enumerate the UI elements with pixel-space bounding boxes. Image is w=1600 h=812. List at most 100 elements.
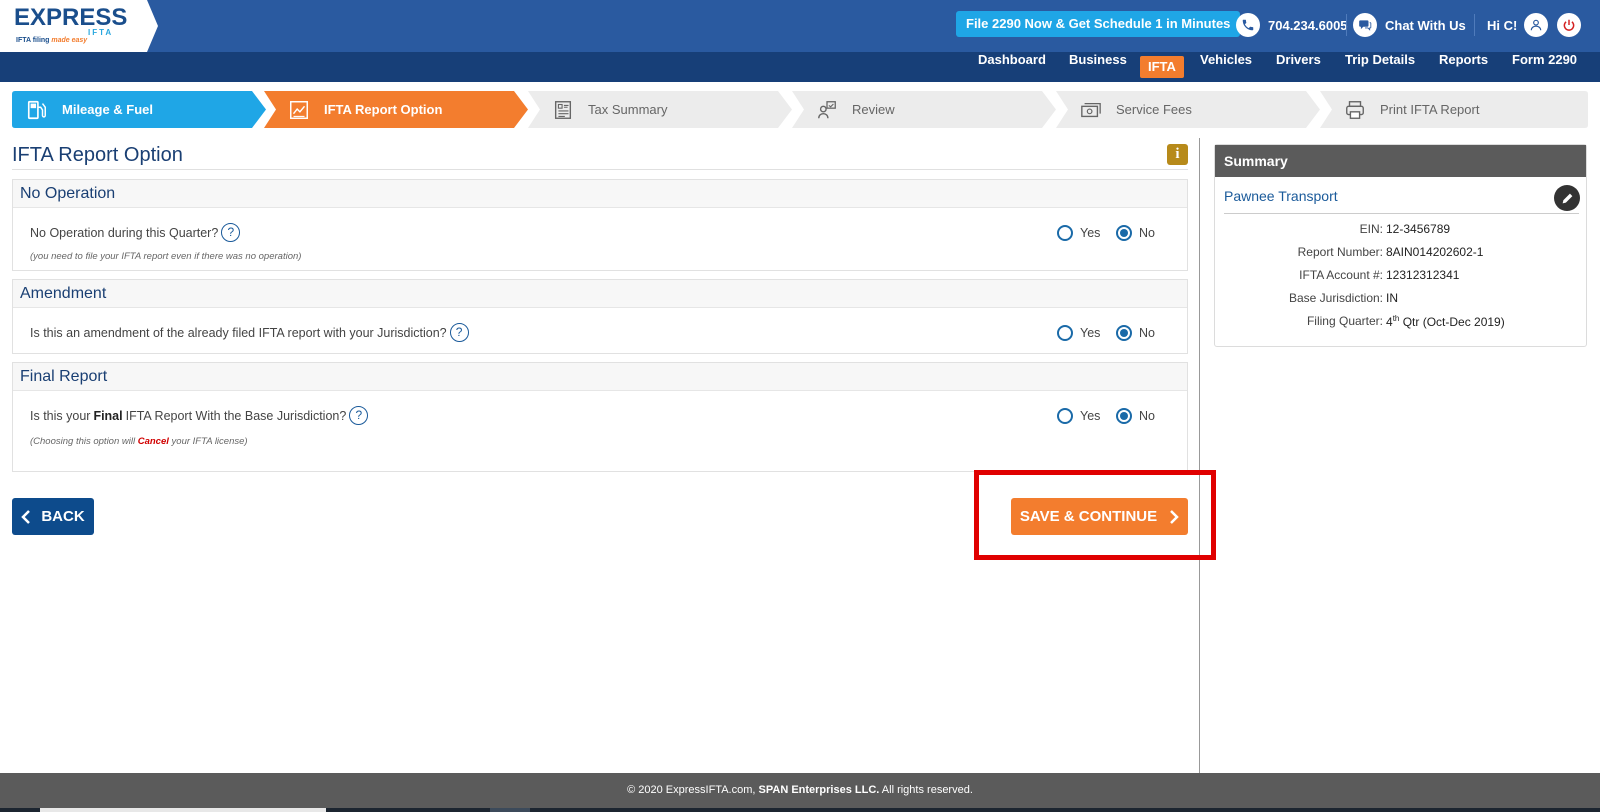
question: Is this your Final IFTA Report With the Ba… [30,406,369,425]
power-icon [1557,13,1581,37]
header-divider [1474,14,1475,36]
summary-row-filing-quarter: Filing Quarter: 4th Qtr (Oct-Dec 2019) [1215,314,1588,330]
page-title: IFTA Report Option [12,144,183,166]
radio-label: No [1139,226,1155,240]
radio-label: Yes [1080,409,1101,423]
edit-button[interactable] [1554,185,1580,211]
footer-suffix: All rights reserved. [881,784,973,796]
logout-button[interactable] [1557,12,1589,38]
radio-circle [1057,408,1073,424]
question-text-bold: Final [93,408,123,423]
no-operation-no-radio[interactable]: No [1116,225,1155,241]
chat-label: Chat With Us [1385,17,1466,33]
report-chart-icon [290,100,308,119]
radio-label: Yes [1080,326,1101,340]
footer-prefix: © 2020 ExpressIFTA.com, [627,784,756,796]
tax-summary-icon [554,100,572,119]
fuel-pump-icon [27,100,46,119]
summary-value: 12-3456789 [1386,222,1451,236]
footer: © 2020 ExpressIFTA.com, SPAN Enterprises… [0,773,1600,808]
help-icon[interactable]: ? [349,406,369,425]
note-text: (Choosing this option will Cancel your I… [30,436,248,447]
nav-reports[interactable]: Reports [1439,52,1488,82]
summary-key: Report Number: [1297,245,1383,259]
info-button[interactable]: i [1167,144,1188,165]
section-title: Amendment [13,280,1187,308]
radio-label: No [1139,326,1155,340]
user-icon [1524,13,1548,37]
nav-trip-details[interactable]: Trip Details [1345,52,1415,82]
logo[interactable]: EXPRESS IFTA IFTA filing made easy [0,0,147,52]
taskbar-item[interactable] [490,808,530,812]
summary-key: Base Jurisdiction: [1288,291,1383,305]
promo-button[interactable]: File 2290 Now & Get Schedule 1 in Minute… [956,11,1241,37]
summary-divider [1224,213,1579,214]
nav-ifta[interactable]: IFTA [1140,56,1184,78]
step-label: Mileage & Fuel [62,102,154,117]
step-label: Service Fees [1116,102,1192,117]
save-continue-button[interactable]: SAVE & CONTINUE [1011,498,1188,535]
no-operation-yes-radio[interactable]: Yes [1057,225,1100,241]
section-title: No Operation [13,180,1187,208]
summary-value: 8AIN014202602-1 [1386,245,1484,259]
logo-arrow [147,0,158,52]
step-ifta-report-option[interactable]: IFTA Report Option [264,91,528,128]
help-icon[interactable]: ? [449,323,469,342]
summary-value: 4th Qtr (Oct-Dec 2019) [1386,314,1505,329]
no-operation-panel: No Operation No Operation during this Qu… [12,179,1188,271]
review-person-icon [818,100,836,118]
summary-row-report-number: Report Number: 8AIN014202602-1 [1215,245,1588,261]
amendment-no-radio[interactable]: No [1116,325,1155,341]
question: Is this an amendment of the already file… [30,323,469,342]
step-mileage-fuel[interactable]: Mileage & Fuel [12,91,266,128]
section-title: Final Report [13,363,1187,391]
final-report-yes-radio[interactable]: Yes [1057,408,1100,424]
summary-value: IN [1386,291,1398,305]
summary-panel: Summary Pawnee Transport EIN: 12-3456789 … [1214,144,1587,347]
title-divider [12,169,1188,170]
step-print-ifta-report[interactable]: Print IFTA Report [1320,91,1588,128]
step-label: Review [852,102,895,117]
amendment-panel: Amendment Is this an amendment of the al… [12,279,1188,354]
nav-form-2290[interactable]: Form 2290 [1512,52,1577,82]
progress-steps: Mileage & Fuel IFTA Report Option Tax Su… [12,91,1588,128]
step-service-fees[interactable]: Service Fees [1056,91,1320,128]
step-label: Tax Summary [588,102,668,117]
question-text: No Operation during this Quarter? [30,225,219,240]
main-nav: Dashboard Business IFTA Vehicles Drivers… [0,52,1600,82]
nav-vehicles[interactable]: Vehicles [1200,52,1252,82]
nav-business[interactable]: Business [1069,52,1127,82]
radio-circle [1057,225,1073,241]
summary-row-ein: EIN: 12-3456789 [1215,222,1588,238]
printer-icon [1346,100,1364,119]
step-label: IFTA Report Option [324,102,443,117]
amendment-yes-radio[interactable]: Yes [1057,325,1100,341]
business-name: Pawnee Transport [1224,188,1338,204]
phone-number: 704.234.6005 [1268,17,1348,33]
user-profile-button[interactable] [1524,12,1556,38]
nav-drivers[interactable]: Drivers [1276,52,1321,82]
top-header: EXPRESS IFTA IFTA filing made easy File … [0,0,1600,52]
note-text: (you need to file your IFTA report even … [30,251,302,262]
info-icon: i [1175,146,1180,162]
question: No Operation during this Quarter? ? [30,223,241,242]
greeting: Hi C! [1487,17,1518,33]
radio-circle-selected [1116,325,1132,341]
step-label: Print IFTA Report [1380,102,1480,117]
phone-link[interactable]: 704.234.6005 [1236,12,1348,38]
step-review[interactable]: Review [792,91,1056,128]
summary-value: 12312312341 [1386,268,1460,282]
nav-dashboard[interactable]: Dashboard [978,52,1046,82]
summary-row-base-jurisdiction: Base Jurisdiction: IN [1215,291,1588,307]
radio-circle-selected [1116,225,1132,241]
content-divider [1199,138,1200,774]
chat-link[interactable]: Chat With Us [1353,12,1466,38]
radio-label: Yes [1080,226,1101,240]
taskbar-item[interactable] [40,808,326,812]
radio-label: No [1139,409,1155,423]
step-tax-summary[interactable]: Tax Summary [528,91,792,128]
help-icon[interactable]: ? [221,223,241,242]
final-report-no-radio[interactable]: No [1116,408,1155,424]
back-button[interactable]: BACK [12,498,94,535]
header-divider [1346,14,1347,36]
